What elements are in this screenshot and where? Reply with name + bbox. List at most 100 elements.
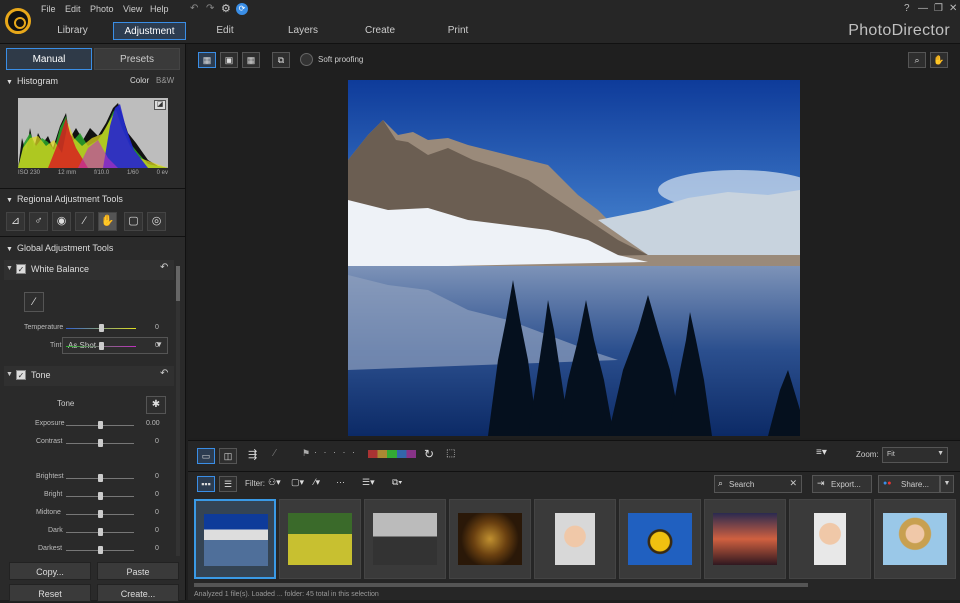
pick-tool-icon[interactable]: ⁄ bbox=[274, 448, 276, 459]
filmstrip-thumbnail[interactable] bbox=[364, 499, 446, 579]
tint-slider[interactable] bbox=[66, 342, 136, 350]
menu-help[interactable]: Help bbox=[150, 4, 169, 14]
red-eye-icon[interactable]: ◉ bbox=[52, 212, 71, 231]
tab-manual[interactable]: Manual bbox=[6, 48, 92, 70]
tab-edit[interactable]: Edit bbox=[200, 22, 250, 40]
tab-library[interactable]: Library bbox=[45, 22, 100, 40]
minimize-button[interactable]: — bbox=[918, 3, 928, 14]
rotate-sync-icon[interactable]: ⇶ bbox=[248, 448, 257, 461]
before-after-icon[interactable]: ⧉ bbox=[272, 52, 290, 68]
dual-image-view-icon[interactable]: ◫ bbox=[219, 448, 237, 464]
filmstrip-thumbnail[interactable] bbox=[704, 499, 786, 579]
regional-tools-header[interactable]: ▼ Regional Adjustment Tools bbox=[6, 194, 123, 204]
reset-button[interactable]: Reset bbox=[9, 584, 91, 602]
clipping-warning-icon[interactable]: ◪ bbox=[154, 100, 166, 110]
filmstrip-thumbnail[interactable] bbox=[194, 499, 276, 579]
copy-button[interactable]: Copy... bbox=[9, 562, 91, 580]
bright-slider[interactable] bbox=[66, 492, 134, 500]
slider-knob[interactable] bbox=[99, 342, 104, 350]
soft-proofing-toggle[interactable] bbox=[300, 53, 313, 66]
list-view-icon[interactable]: ☰ bbox=[219, 476, 237, 492]
histogram-header[interactable]: ▼ Histogram bbox=[6, 76, 58, 86]
brush-icon[interactable]: ⁄ bbox=[75, 212, 94, 231]
magnifier-icon[interactable]: ⌕ bbox=[908, 52, 926, 68]
settings-gear-icon[interactable]: ⚙ bbox=[221, 2, 231, 15]
radial-filter-icon[interactable]: ♂ bbox=[29, 212, 48, 231]
slider-knob[interactable] bbox=[98, 474, 103, 482]
scrollbar-thumb[interactable] bbox=[176, 266, 180, 301]
filmstrip-thumbnail[interactable] bbox=[789, 499, 871, 579]
filter-brush-icon[interactable]: ⁄▾ bbox=[314, 477, 320, 488]
filmstrip-thumbnail[interactable] bbox=[279, 499, 361, 579]
tab-print[interactable]: Print bbox=[433, 22, 483, 40]
update-icon[interactable]: ⟳ bbox=[236, 3, 248, 15]
eyedropper-icon[interactable]: ⁄ bbox=[24, 292, 44, 312]
gradient-mask-icon[interactable]: ⊿ bbox=[6, 212, 25, 231]
darkest-slider[interactable] bbox=[66, 546, 134, 554]
filmstrip-view-icon[interactable]: ▪▪▪ bbox=[197, 476, 215, 492]
global-tools-header[interactable]: ▼ Global Adjustment Tools bbox=[6, 243, 113, 253]
brightest-slider[interactable] bbox=[66, 474, 134, 482]
filter-frame-icon[interactable]: ▢▾ bbox=[291, 477, 304, 488]
grid-view-icon[interactable]: ▦ bbox=[242, 52, 260, 68]
spot-removal-icon[interactable]: ◎ bbox=[147, 212, 166, 231]
menu-view[interactable]: View bbox=[123, 4, 142, 14]
slider-knob[interactable] bbox=[99, 324, 104, 332]
temperature-slider[interactable] bbox=[66, 324, 136, 332]
filmstrip-thumbnail[interactable] bbox=[619, 499, 701, 579]
tone-header[interactable]: ▼ ✓ Tone ↶ bbox=[4, 366, 174, 386]
slider-knob[interactable] bbox=[98, 528, 103, 536]
adjustment-brush-icon[interactable]: ✋ bbox=[98, 212, 117, 231]
tab-create[interactable]: Create bbox=[355, 22, 405, 40]
hand-pan-icon[interactable]: ✋ bbox=[930, 52, 948, 68]
midtone-slider[interactable] bbox=[66, 510, 134, 518]
sort-icon[interactable]: ≡▾ bbox=[816, 447, 827, 458]
white-balance-header[interactable]: ▼ ✓ White Balance ↶ bbox=[4, 260, 174, 280]
zoom-dropdown[interactable]: Fit ▼ bbox=[882, 447, 948, 463]
filter-more-icon[interactable]: ··· bbox=[336, 477, 345, 487]
export-button[interactable]: ⇥ Export... bbox=[812, 475, 872, 493]
slider-knob[interactable] bbox=[98, 510, 103, 518]
filmstrip-scrollbar[interactable] bbox=[194, 583, 808, 587]
menu-edit[interactable]: Edit bbox=[65, 4, 81, 14]
tone-checkbox[interactable]: ✓ bbox=[16, 370, 26, 380]
refresh-icon[interactable]: ↻ bbox=[424, 447, 434, 461]
crop-icon[interactable]: ▢ bbox=[124, 212, 143, 231]
single-view-icon[interactable]: ▣ bbox=[220, 52, 238, 68]
share-dropdown-icon[interactable]: ▼ bbox=[940, 475, 954, 493]
reset-undo-icon[interactable]: ↶ bbox=[160, 368, 168, 379]
dark-slider[interactable] bbox=[66, 528, 134, 536]
filmstrip-thumbnail[interactable] bbox=[534, 499, 616, 579]
clear-search-icon[interactable]: ✕ bbox=[789, 478, 797, 489]
color-label-swatches[interactable] bbox=[368, 450, 416, 458]
crop-rotate-icon[interactable]: ⬚ bbox=[446, 448, 455, 459]
close-button[interactable]: ✕ bbox=[949, 3, 957, 14]
undo-icon[interactable]: ↶ bbox=[190, 3, 198, 14]
filmstrip-thumbnail[interactable] bbox=[449, 499, 531, 579]
filter-stack-icon[interactable]: ⧉▾ bbox=[392, 477, 402, 488]
slider-knob[interactable] bbox=[98, 492, 103, 500]
filmstrip-thumbnail[interactable] bbox=[874, 499, 956, 579]
exposure-slider[interactable] bbox=[66, 421, 134, 429]
menu-file[interactable]: File bbox=[41, 4, 56, 14]
white-balance-checkbox[interactable]: ✓ bbox=[16, 264, 26, 274]
single-image-view-icon[interactable]: ▭ bbox=[197, 448, 215, 464]
auto-tone-wand-icon[interactable]: ✱ bbox=[146, 396, 166, 414]
panel-scrollbar[interactable] bbox=[176, 266, 180, 556]
paste-button[interactable]: Paste bbox=[97, 562, 179, 580]
share-button[interactable]: ●● Share... bbox=[878, 475, 940, 493]
search-input[interactable]: ⌕ Search ✕ bbox=[714, 475, 802, 493]
menu-photo[interactable]: Photo bbox=[90, 4, 114, 14]
star-rating-dots[interactable]: · · · · · bbox=[314, 447, 357, 457]
reset-undo-icon[interactable]: ↶ bbox=[160, 262, 168, 273]
compare-view-icon[interactable]: ▦ bbox=[198, 52, 216, 68]
flag-icon[interactable]: ⚑ bbox=[302, 448, 310, 459]
redo-icon[interactable]: ↷ bbox=[206, 3, 214, 14]
tab-adjustment[interactable]: Adjustment bbox=[113, 22, 186, 40]
histogram-bw-toggle[interactable]: B&W bbox=[156, 76, 174, 85]
help-button[interactable]: ? bbox=[904, 3, 910, 14]
restore-button[interactable]: ❐ bbox=[934, 3, 943, 14]
filter-list-icon[interactable]: ☰▾ bbox=[362, 477, 375, 488]
main-photo[interactable] bbox=[348, 80, 800, 436]
tab-layers[interactable]: Layers bbox=[278, 22, 328, 40]
